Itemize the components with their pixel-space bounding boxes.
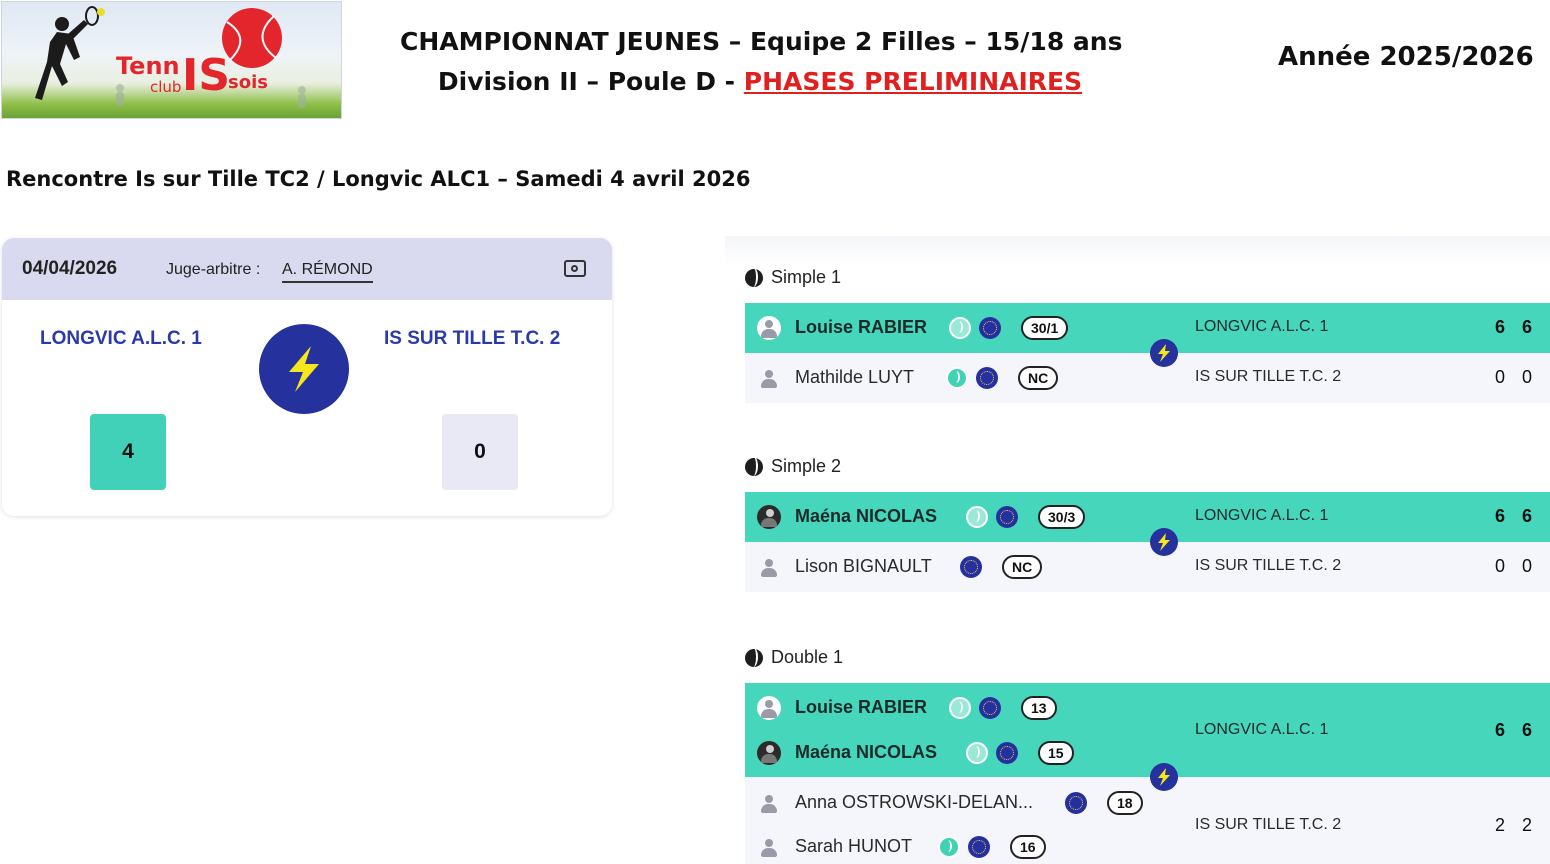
player-name: Louise RABIER: [795, 697, 928, 717]
player-ranking: 30/1: [1021, 316, 1069, 340]
player-name: Louise RABIER: [795, 317, 928, 337]
title-line-1: CHAMPIONNAT JEUNES – Equipe 2 Filles – 1…: [400, 27, 1123, 56]
club-logo: Tenn IS club sois: [1, 1, 342, 119]
lightning-icon: [1150, 763, 1178, 791]
player-name: Mathilde LUYT: [795, 367, 915, 387]
set-score: 6: [1495, 317, 1506, 337]
club-name: LONGVIC A.L.C. 1: [1195, 507, 1329, 524]
set-score: 2: [1522, 815, 1533, 835]
match-title-text: Simple 1: [771, 267, 842, 287]
player-ranking: 16: [1010, 835, 1046, 859]
player-photo-avatar: [757, 741, 781, 765]
lightning-icon: [1150, 339, 1178, 367]
player-photo-avatar: [757, 505, 781, 529]
set-score: 6: [1495, 720, 1506, 740]
set-score: 6: [1522, 506, 1533, 526]
match-title: Simple 1: [745, 266, 842, 288]
eu-flag-icon: [996, 506, 1018, 528]
encounter-summary-card: 04/04/2026 Juge-arbitre : A. RÉMOND LONG…: [2, 238, 612, 516]
title-line-2: Division II – Poule D - PHASES PRELIMINA…: [400, 62, 1120, 102]
eu-flag-icon: [960, 556, 982, 578]
club-name: IS SUR TILLE T.C. 2: [1195, 368, 1342, 385]
player-avatar-icon: [757, 835, 781, 859]
away-team-name: IS SUR TILLE T.C. 2: [384, 328, 561, 349]
player-ranking: NC: [1018, 366, 1059, 390]
set-score: 0: [1495, 367, 1506, 387]
lightning-icon: [1150, 528, 1178, 556]
tennis-ball-badge-icon: [966, 506, 988, 528]
match-title: Simple 2: [745, 455, 842, 477]
eu-flag-icon: [979, 317, 1001, 339]
svg-text:Tenn: Tenn: [116, 52, 180, 80]
match-row-loser[interactable]: Lison BIGNAULT NC IS SUR TILLE T.C. 2 0 …: [745, 542, 1550, 592]
lightning-icon: [259, 324, 349, 414]
season-label: Année 2025/2026: [1278, 42, 1534, 72]
svg-text:sois: sois: [228, 72, 268, 93]
set-score: 6: [1495, 506, 1506, 526]
eu-flag-icon: [996, 742, 1018, 764]
tennis-ball-icon: [745, 455, 763, 476]
player-avatar-icon: [757, 555, 781, 579]
tennis-ball-badge-icon: [938, 836, 960, 858]
player-avatar-icon: [757, 791, 781, 815]
player-ranking: NC: [1002, 555, 1043, 579]
player-ranking: 30/3: [1038, 505, 1086, 529]
judge-name-link[interactable]: A. RÉMOND: [282, 261, 373, 283]
tennis-ball-badge-icon: [966, 742, 988, 764]
match-row-winner[interactable]: Maéna NICOLAS 30/3 LONGVIC A.L.C. 1 6 6: [745, 492, 1550, 542]
championship-title: CHAMPIONNAT JEUNES – Equipe 2 Filles – 1…: [400, 22, 1123, 102]
set-score: 6: [1522, 317, 1533, 337]
eu-flag-icon: [968, 836, 990, 858]
player-avatar-icon: [757, 696, 781, 720]
club-name: IS SUR TILLE T.C. 2: [1195, 557, 1342, 574]
match-title: Double 1: [745, 646, 844, 668]
set-score: 2: [1495, 815, 1506, 835]
encounter-date: 04/04/2026: [22, 258, 118, 279]
set-score: 0: [1522, 556, 1533, 576]
player-name: Maéna NICOLAS: [795, 506, 938, 526]
eu-flag-icon: [1065, 792, 1087, 814]
match-title-text: Double 1: [771, 647, 844, 667]
tennis-ball-badge-icon: [949, 317, 971, 339]
match-list: Simple 1 Louise RABIER 30/1 LONGVIC A.L.…: [725, 236, 1550, 864]
tennis-ball-badge-icon: [949, 697, 971, 719]
club-name: IS SUR TILLE T.C. 2: [1195, 816, 1342, 833]
set-score: 6: [1522, 720, 1533, 740]
judge-label: Juge-arbitre :: [166, 261, 261, 278]
summary-header: 04/04/2026 Juge-arbitre : A. RÉMOND: [2, 238, 612, 300]
player-name: Anna OSTROWSKI-DELAN...: [795, 792, 1034, 812]
eu-flag-icon: [976, 367, 998, 389]
encounter-title: Rencontre Is sur Tille TC2 / Longvic ALC…: [6, 167, 751, 191]
player-name: Maéna NICOLAS: [795, 742, 938, 762]
phase-label: PHASES PRELIMINAIRES: [743, 67, 1083, 96]
division-label: Division II – Poule D -: [437, 67, 744, 96]
player-ranking: 13: [1021, 696, 1057, 720]
player-avatar-icon: [757, 316, 781, 340]
eu-flag-icon: [979, 697, 1001, 719]
camera-icon[interactable]: [564, 260, 586, 277]
club-name: LONGVIC A.L.C. 1: [1195, 721, 1329, 738]
tennis-ball-icon: [745, 266, 763, 287]
match-row-winner[interactable]: Louise RABIER 30/1 LONGVIC A.L.C. 1 6 6: [745, 303, 1550, 353]
player-name: Lison BIGNAULT: [795, 556, 932, 576]
player-name: Sarah HUNOT: [795, 836, 913, 856]
svg-text:IS: IS: [182, 50, 230, 101]
club-name: LONGVIC A.L.C. 1: [1195, 318, 1329, 335]
away-score: 0: [442, 414, 518, 490]
tennis-ball-badge-icon: [946, 367, 968, 389]
svg-text:club: club: [150, 78, 181, 96]
match-row-winner[interactable]: Louise RABIER 13 Maéna NICOLAS 15 LONGVI…: [745, 683, 1550, 777]
match-row-loser[interactable]: Mathilde LUYT NC IS SUR TILLE T.C. 2 0 0: [745, 353, 1550, 403]
tennis-ball-icon: [745, 646, 763, 667]
match-row-loser[interactable]: Anna OSTROWSKI-DELAN... 18 Sarah HUNOT 1…: [745, 777, 1550, 864]
set-score: 0: [1522, 367, 1533, 387]
player-avatar-icon: [757, 366, 781, 390]
home-score: 4: [90, 414, 166, 490]
set-score: 0: [1495, 556, 1506, 576]
home-team-name: LONGVIC A.L.C. 1: [40, 328, 202, 349]
player-ranking: 18: [1107, 791, 1143, 815]
match-title-text: Simple 2: [771, 456, 842, 476]
player-ranking: 15: [1038, 741, 1074, 765]
